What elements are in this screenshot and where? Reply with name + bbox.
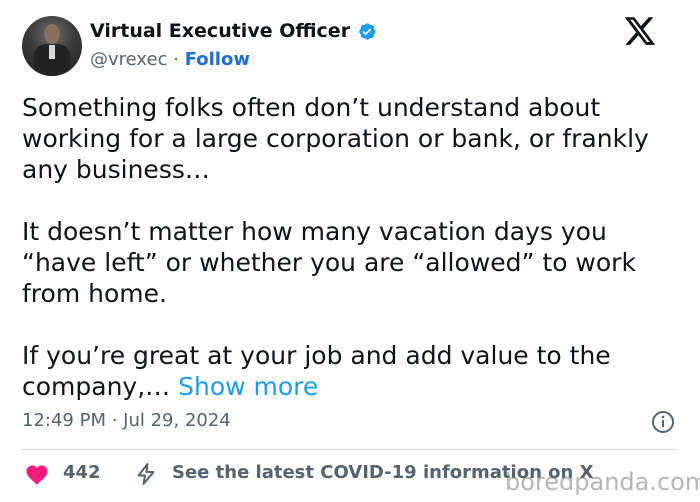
- author-handle[interactable]: @vrexec: [90, 49, 167, 70]
- watermark-logo: boredpanda.com: [505, 468, 700, 496]
- avatar[interactable]: [22, 16, 82, 76]
- separator-dot: ·: [173, 49, 179, 70]
- heart-icon[interactable]: [25, 463, 49, 485]
- tweet-header: Virtual Executive Officer @vrexec · Foll…: [22, 14, 682, 78]
- author-name-row: Virtual Executive Officer: [90, 20, 377, 42]
- bolt-icon: [137, 463, 155, 485]
- author-name[interactable]: Virtual Executive Officer: [90, 20, 350, 42]
- tweet-body: Something folks often don’t understand a…: [22, 92, 682, 402]
- info-icon[interactable]: [651, 410, 675, 434]
- tweet-paragraph: Something folks often don’t understand a…: [22, 93, 649, 184]
- tweet-paragraph-last: If you’re great at your job and add valu…: [22, 340, 682, 402]
- handle-row: @vrexec · Follow: [90, 49, 250, 70]
- divider: [22, 449, 678, 450]
- show-more-link[interactable]: Show more: [178, 372, 318, 401]
- verified-badge-icon: [359, 22, 376, 40]
- like-count[interactable]: 442: [63, 462, 101, 483]
- follow-button[interactable]: Follow: [185, 49, 250, 70]
- x-logo-icon[interactable]: [623, 14, 657, 48]
- tweet-timestamp[interactable]: 12:49 PM · Jul 29, 2024: [22, 410, 231, 431]
- tweet-paragraph: It doesn’t matter how many vacation days…: [22, 217, 636, 308]
